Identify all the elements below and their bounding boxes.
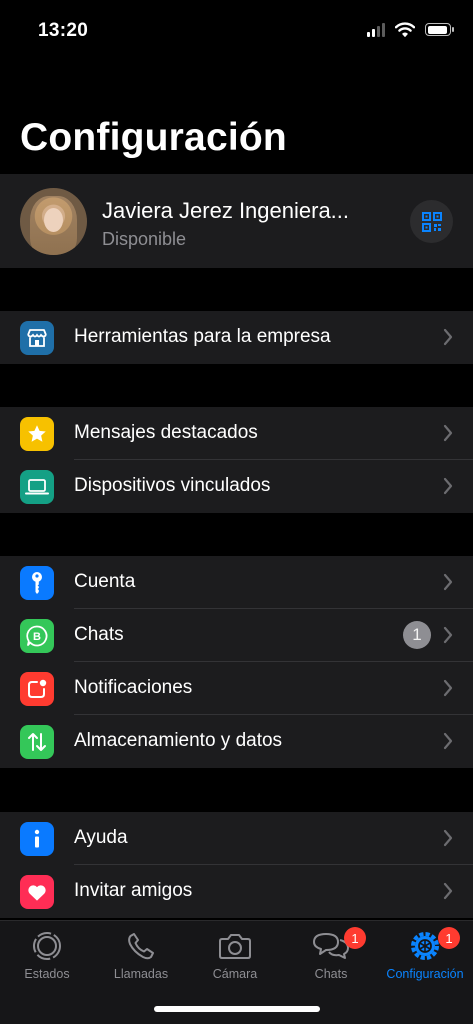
notification-icon — [20, 672, 54, 706]
chevron-right-icon — [443, 573, 453, 591]
star-icon — [20, 417, 54, 451]
page-title: Configuración — [20, 116, 287, 159]
settings-item-account[interactable]: Cuenta — [0, 556, 473, 609]
whatsapp-business-icon: B — [20, 619, 54, 653]
unread-count-badge: 1 — [403, 621, 431, 649]
tab-badge: 1 — [344, 927, 366, 949]
tab-label: Cámara — [212, 967, 258, 981]
settings-item-starred-messages[interactable]: Mensajes destacados — [0, 407, 473, 460]
settings-group-help: Ayuda Invitar amigos — [0, 812, 473, 918]
tab-chats[interactable]: 1 Chats — [284, 927, 378, 989]
tab-configuracion[interactable]: 1 Configuración — [378, 927, 472, 989]
settings-item-label: Mensajes destacados — [74, 422, 258, 443]
battery-icon — [425, 23, 454, 36]
data-arrows-icon — [20, 725, 54, 759]
laptop-icon — [20, 470, 54, 504]
profile-card[interactable]: Javiera Jerez Ingeniera... Disponible — [0, 174, 473, 268]
camera-icon — [215, 929, 255, 963]
settings-item-label: Invitar amigos — [74, 880, 193, 901]
settings-item-label: Chats — [74, 624, 124, 645]
storefront-icon — [20, 321, 54, 355]
tab-llamadas[interactable]: Llamadas — [94, 929, 188, 989]
status-icons — [367, 22, 454, 37]
qr-code-icon — [421, 211, 442, 232]
key-icon — [20, 566, 54, 600]
tab-label: Llamadas — [113, 967, 169, 981]
chevron-right-icon — [443, 882, 453, 900]
profile-status: Disponible — [102, 229, 187, 249]
svg-text:B: B — [33, 631, 41, 643]
qr-code-button[interactable] — [410, 200, 453, 243]
settings-item-notifications[interactable]: Notificaciones — [0, 662, 473, 715]
chevron-right-icon — [443, 829, 453, 847]
chevron-right-icon — [443, 679, 453, 697]
cellular-signal-icon — [367, 22, 385, 37]
settings-item-label: Cuenta — [74, 571, 136, 592]
status-bar: 13:20 — [0, 0, 473, 60]
settings-item-business-tools[interactable]: Herramientas para la empresa — [0, 311, 473, 364]
settings-item-label: Dispositivos vinculados — [74, 475, 271, 496]
chevron-right-icon — [443, 477, 453, 495]
info-icon — [20, 822, 54, 856]
tab-estados[interactable]: Estados — [0, 929, 94, 989]
avatar[interactable] — [20, 188, 87, 255]
tab-label: Configuración — [386, 967, 464, 981]
chevron-right-icon — [443, 424, 453, 442]
settings-group-account: Cuenta B Chats 1 Notificaciones Almacena… — [0, 556, 473, 768]
settings-item-label: Ayuda — [74, 827, 128, 848]
settings-item-linked-devices[interactable]: Dispositivos vinculados — [0, 460, 473, 513]
status-icon — [27, 929, 67, 963]
settings-item-label: Almacenamiento y datos — [74, 730, 283, 751]
settings-item-label: Notificaciones — [74, 677, 193, 698]
tab-label: Estados — [24, 967, 70, 981]
settings-item-invite-friends[interactable]: Invitar amigos — [0, 865, 473, 918]
phone-icon — [121, 929, 161, 963]
status-time: 13:20 — [38, 20, 89, 41]
chevron-right-icon — [443, 328, 453, 346]
settings-group-messages: Mensajes destacados Dispositivos vincula… — [0, 407, 473, 513]
settings-item-storage-data[interactable]: Almacenamiento y datos — [0, 715, 473, 768]
settings-item-help[interactable]: Ayuda — [0, 812, 473, 865]
settings-group-business: Herramientas para la empresa — [0, 311, 473, 364]
settings-item-label: Herramientas para la empresa — [74, 326, 331, 347]
settings-item-chats[interactable]: B Chats 1 — [0, 609, 473, 662]
tab-label: Chats — [314, 967, 348, 981]
chevron-right-icon — [443, 626, 453, 644]
heart-icon — [20, 875, 54, 909]
profile-name: Javiera Jerez Ingeniera... — [102, 198, 350, 223]
tab-camara[interactable]: Cámara — [188, 929, 282, 989]
tab-badge: 1 — [438, 927, 460, 949]
home-indicator — [154, 1006, 320, 1012]
wifi-icon — [395, 22, 415, 37]
chevron-right-icon — [443, 732, 453, 750]
